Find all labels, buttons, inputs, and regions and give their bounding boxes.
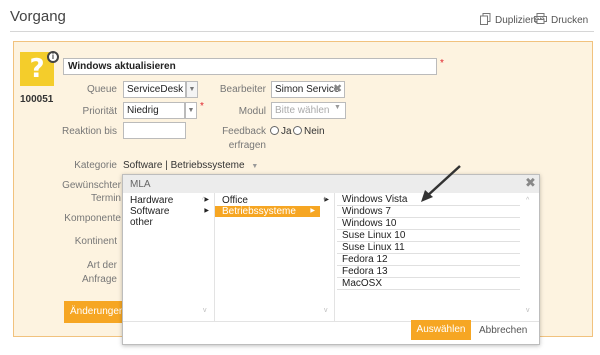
dialog-title: MLA <box>130 179 151 190</box>
component-label: Komponente <box>64 213 121 224</box>
list-item[interactable]: Suse Linux 11 <box>337 242 520 254</box>
list-item[interactable]: Hardware ▶ <box>123 195 214 206</box>
scroll-down-icon[interactable]: v <box>526 307 530 314</box>
reaction-label: Reaktion bis <box>61 126 117 137</box>
dialog-header <box>123 175 539 193</box>
scroll-up-icon[interactable]: ^ <box>323 197 326 204</box>
print-label: Drucken <box>551 14 589 26</box>
print-button[interactable]: Drucken <box>534 13 588 27</box>
assignee-label: Bearbeiter <box>219 84 266 95</box>
required-marker: * <box>200 101 204 112</box>
continent-label: Kontinent <box>74 236 117 247</box>
request-type-label-2: Anfrage <box>81 274 117 285</box>
feedback-radio-no[interactable]: Nein <box>293 126 325 137</box>
list-item[interactable]: Windows 7 <box>337 206 520 218</box>
list-item-selected[interactable]: Betriebssysteme ▶ <box>215 206 320 217</box>
feedback-label-2: erfragen <box>228 140 266 151</box>
close-icon[interactable]: ✖ <box>525 176 536 190</box>
dialog-footer-divider <box>123 321 539 322</box>
annotation-arrow-icon <box>421 165 461 202</box>
list-item[interactable]: Fedora 12 <box>337 254 520 266</box>
list-item[interactable]: MacOSX <box>337 278 520 290</box>
scroll-down-icon[interactable]: v <box>324 307 328 314</box>
ticket-title-input[interactable]: Windows aktualisieren <box>63 58 437 75</box>
page-title: Vorgang <box>10 8 66 25</box>
list-item[interactable]: Windows 10 <box>337 218 520 230</box>
feedback-no-label: Nein <box>304 126 325 137</box>
header-divider <box>10 31 594 32</box>
ticket-id: 100051 <box>20 94 54 105</box>
radio-icon <box>270 126 279 135</box>
feedback-radio-yes[interactable]: Ja <box>270 126 292 137</box>
info-badge-icon: i <box>47 51 59 63</box>
queue-dropdown-button[interactable]: ▼ <box>186 81 198 98</box>
chevron-right-icon: ▶ <box>204 208 209 214</box>
dialog-column-1: Hardware ▶ Software ▶ other <box>123 193 215 321</box>
desired-date-label: Gewünschter <box>62 180 121 191</box>
list-item[interactable]: Suse Linux 10 <box>337 230 520 242</box>
chevron-down-icon: ▼ <box>334 104 341 111</box>
priority-dropdown-button[interactable]: ▼ <box>185 102 197 119</box>
feedback-label: Feedback <box>222 126 266 137</box>
scroll-up-icon[interactable]: ^ <box>526 197 529 204</box>
chevron-down-icon: ▼ <box>187 107 195 114</box>
required-marker: * <box>440 58 444 69</box>
duplicate-icon <box>480 13 491 28</box>
queue-label: Queue <box>86 84 117 95</box>
scroll-up-icon[interactable]: ^ <box>202 197 205 204</box>
cancel-button[interactable]: Abbrechen <box>479 325 527 336</box>
list-item[interactable]: Software ▶ <box>123 206 214 217</box>
queue-select[interactable]: ServiceDesk D <box>123 81 186 98</box>
select-button[interactable]: Auswählen <box>411 320 471 340</box>
chevron-down-icon: ▼ <box>188 86 196 93</box>
chevron-right-icon: ▶ <box>310 208 315 214</box>
list-item[interactable]: Office ▶ <box>215 195 334 206</box>
radio-icon <box>293 126 302 135</box>
desired-date-label-2: Termin <box>90 193 121 204</box>
module-label: Modul <box>238 106 266 117</box>
scroll-down-icon[interactable]: v <box>203 307 207 314</box>
priority-select[interactable]: Niedrig <box>123 102 185 119</box>
priority-label: Priorität <box>82 106 117 117</box>
clear-assignee-icon[interactable]: ✖ <box>333 82 342 95</box>
print-icon <box>534 13 547 27</box>
dialog-column-2: Office ▶ Betriebssysteme ▶ <box>215 193 335 321</box>
category-label: Kategorie <box>74 160 117 171</box>
dialog-column-3: Windows Vista Windows 7 Windows 10 Suse … <box>337 194 520 290</box>
request-type-label: Art der <box>86 260 117 271</box>
list-item[interactable]: other <box>123 217 214 228</box>
feedback-yes-label: Ja <box>281 126 292 137</box>
category-select[interactable]: Software | Betriebssysteme ▼ <box>123 160 258 171</box>
category-value: Software | Betriebssysteme <box>123 160 245 171</box>
list-item[interactable]: Fedora 13 <box>337 266 520 278</box>
chevron-down-icon: ▼ <box>251 163 259 170</box>
reaction-date-input[interactable] <box>123 122 186 139</box>
